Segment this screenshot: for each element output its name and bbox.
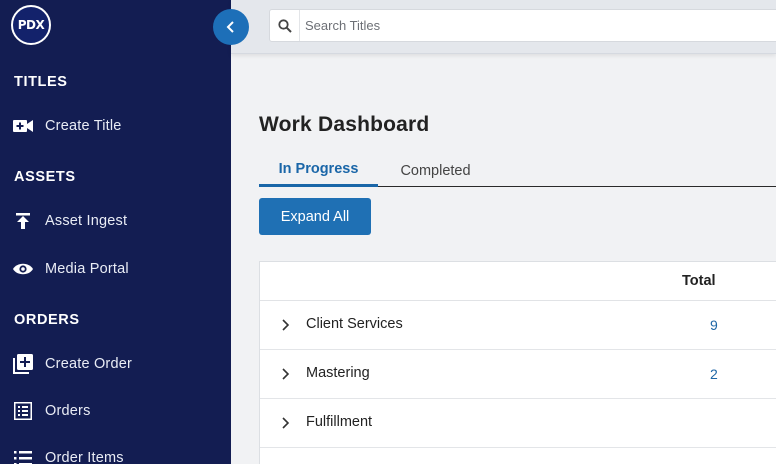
sidebar-item-asset-ingest[interactable]: Asset Ingest bbox=[0, 204, 231, 238]
video-plus-icon bbox=[12, 115, 34, 137]
chevron-left-icon bbox=[226, 21, 234, 33]
collapse-sidebar-button[interactable] bbox=[213, 9, 249, 45]
table-header: Total bbox=[260, 262, 776, 301]
list-icon bbox=[12, 447, 34, 464]
row-name: Client Services bbox=[306, 316, 403, 332]
logo-text: PDX bbox=[17, 18, 45, 32]
tab-bar: In Progress Completed bbox=[259, 154, 776, 187]
table-row[interactable]: Mastering 2 bbox=[260, 350, 776, 399]
table-row[interactable]: Client Services 9 bbox=[260, 301, 776, 350]
page-title: Work Dashboard bbox=[259, 113, 430, 136]
sidebar-item-create-order[interactable]: Create Order bbox=[0, 347, 231, 381]
sidebar: PDX TITLES Create Title ASSETS Asset Ing… bbox=[0, 0, 231, 464]
row-name: Fulfillment bbox=[306, 414, 373, 430]
list-box-icon bbox=[12, 400, 34, 422]
section-assets: ASSETS bbox=[14, 169, 76, 185]
sidebar-item-label: Asset Ingest bbox=[45, 213, 128, 229]
upload-icon bbox=[12, 210, 34, 232]
work-table: Total Client Services 9 Mastering 2 Fulf… bbox=[259, 261, 776, 464]
row-total[interactable]: 9 bbox=[710, 317, 718, 333]
row-total[interactable]: 2 bbox=[710, 366, 718, 382]
add-box-icon bbox=[12, 353, 34, 375]
sidebar-item-label: Create Title bbox=[45, 118, 122, 134]
section-orders: ORDERS bbox=[14, 312, 80, 328]
search-input[interactable] bbox=[300, 18, 776, 33]
sidebar-item-order-items[interactable]: Order Items bbox=[0, 441, 231, 464]
table-row[interactable]: Fulfillment bbox=[260, 399, 776, 448]
section-titles: TITLES bbox=[14, 74, 68, 90]
sidebar-item-label: Order Items bbox=[45, 450, 124, 464]
chevron-right-icon[interactable] bbox=[279, 416, 293, 430]
sidebar-item-media-portal[interactable]: Media Portal bbox=[0, 252, 231, 286]
sidebar-item-label: Orders bbox=[45, 403, 91, 419]
tab-in-progress[interactable]: In Progress bbox=[259, 154, 378, 187]
search-box bbox=[269, 9, 776, 42]
sidebar-item-create-title[interactable]: Create Title bbox=[0, 109, 231, 143]
tab-completed[interactable]: Completed bbox=[378, 154, 493, 187]
sidebar-item-label: Create Order bbox=[45, 356, 133, 372]
search-icon[interactable] bbox=[270, 10, 300, 41]
eye-icon bbox=[12, 258, 34, 280]
expand-all-button[interactable]: Expand All bbox=[259, 198, 371, 235]
column-header-total: Total bbox=[682, 273, 716, 289]
pdx-logo[interactable]: PDX bbox=[11, 5, 51, 45]
sidebar-item-orders[interactable]: Orders bbox=[0, 394, 231, 428]
chevron-right-icon[interactable] bbox=[279, 367, 293, 381]
top-bar bbox=[231, 0, 776, 54]
sidebar-item-label: Media Portal bbox=[45, 261, 129, 277]
row-name: Mastering bbox=[306, 365, 370, 381]
chevron-right-icon[interactable] bbox=[279, 318, 293, 332]
